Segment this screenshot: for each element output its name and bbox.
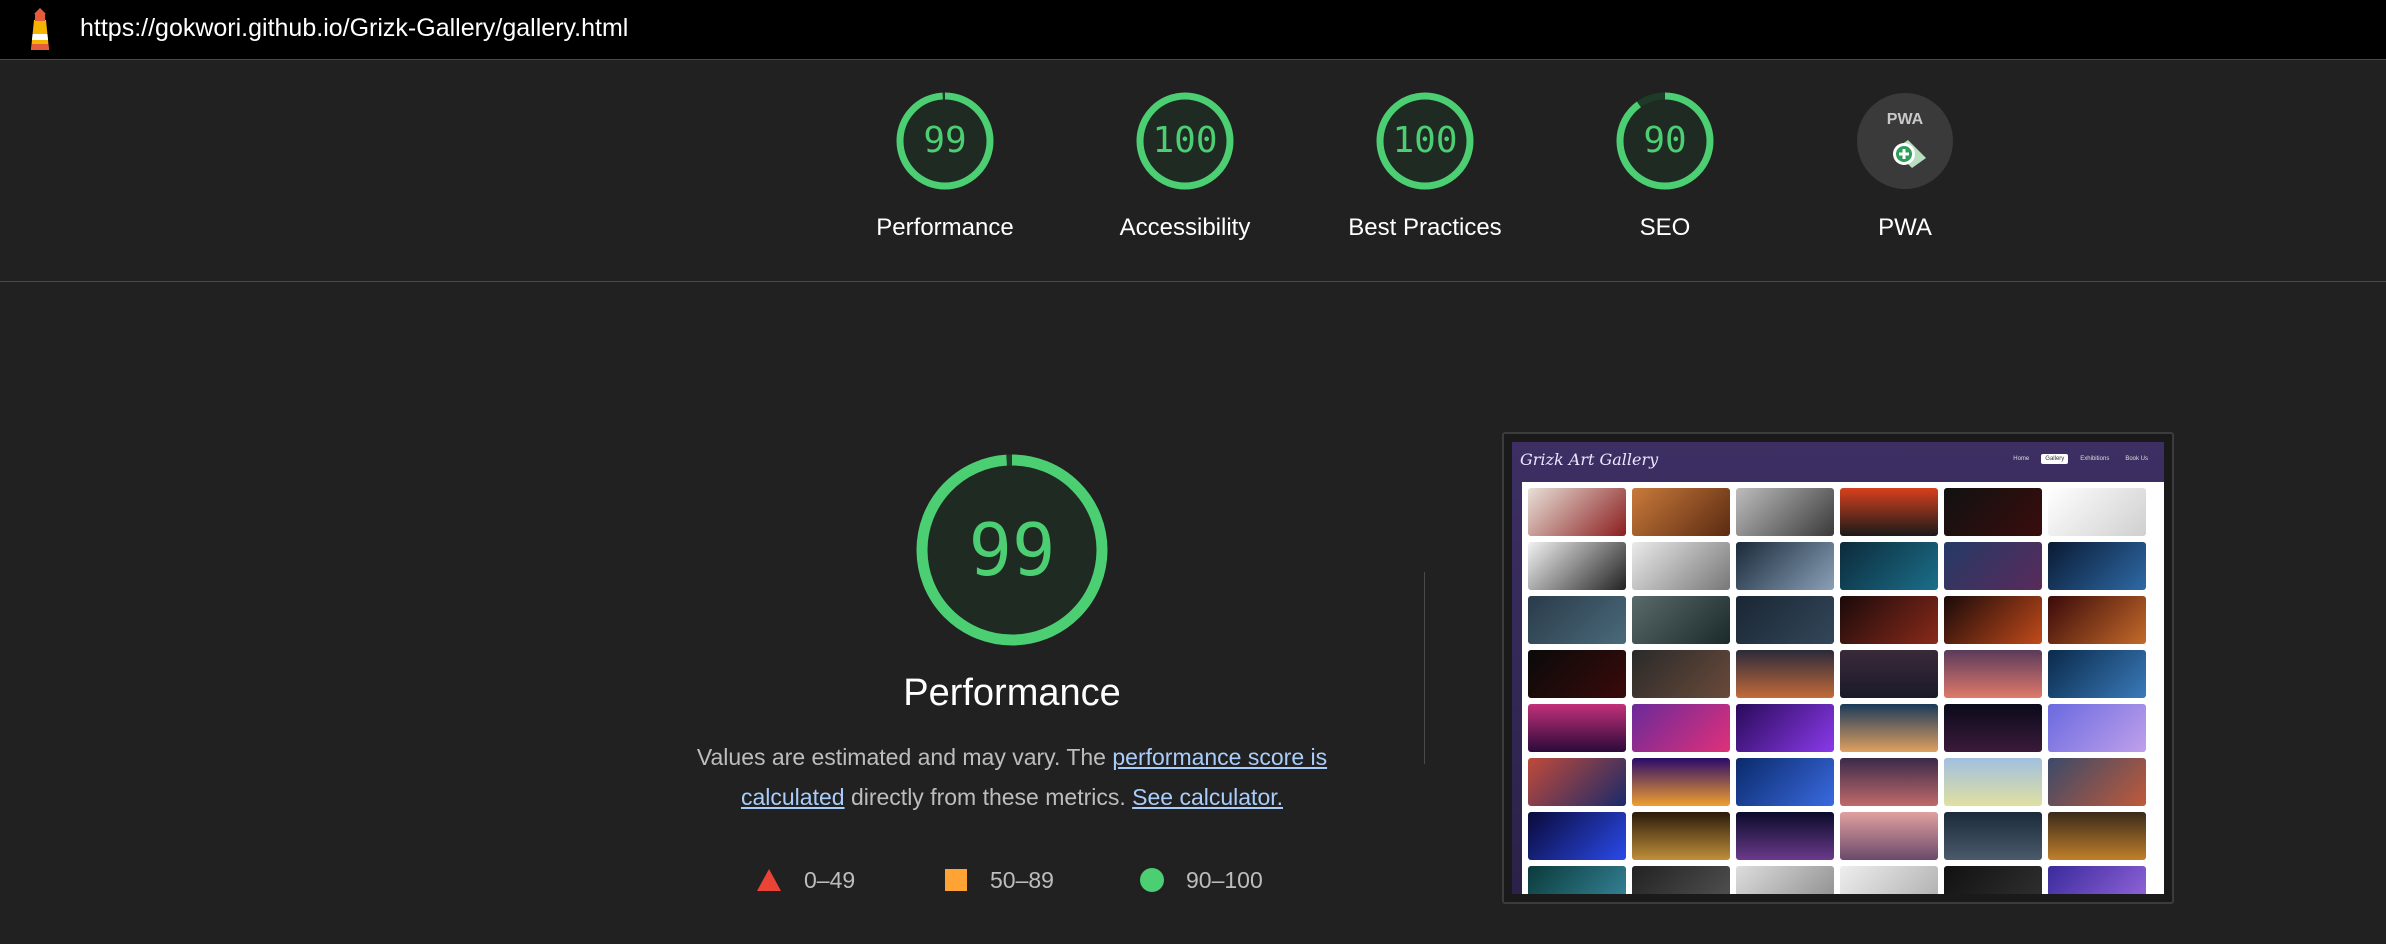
gallery-thumbnail xyxy=(1632,488,1730,536)
gallery-thumbnail xyxy=(1736,596,1834,644)
site-title: Grizk Art Gallery xyxy=(1520,450,1659,469)
gallery-thumbnail xyxy=(1736,704,1834,752)
performance-description: Values are estimated and may vary. The p… xyxy=(680,737,1344,817)
gauge-label: PWA xyxy=(1878,214,1932,241)
gauge-seo[interactable]: 90 SEO xyxy=(1545,92,1785,252)
gauge-label: Best Practices xyxy=(1348,214,1502,241)
gallery-thumbnail xyxy=(1840,650,1938,698)
gallery-thumbnail xyxy=(1736,866,1834,894)
legend-range: 50–89 xyxy=(990,866,1054,893)
see-calculator-link[interactable]: See calculator. xyxy=(1132,784,1283,810)
gauge-score: 90 xyxy=(1643,120,1687,161)
gallery-thumbnail xyxy=(1944,488,2042,536)
gallery-thumbnail xyxy=(2048,542,2146,590)
pwa-badge-text: PWA xyxy=(1887,111,1924,128)
gallery-thumbnail xyxy=(2048,866,2146,894)
gallery-thumbnail xyxy=(1528,488,1626,536)
gallery-thumbnail xyxy=(1632,758,1730,806)
gallery-thumbnail xyxy=(2048,596,2146,644)
gauge-label: Performance xyxy=(876,214,1014,241)
gallery-thumbnail xyxy=(1736,758,1834,806)
gauge-score: 99 xyxy=(923,120,967,161)
category-gauges: 99 Performance 100 Accessibility 100 Bes… xyxy=(0,61,2386,282)
circle-icon xyxy=(1140,868,1164,892)
gauge-best-practices[interactable]: 100 Best Practices xyxy=(1305,92,1545,252)
gallery-thumbnail xyxy=(1632,542,1730,590)
gallery-thumbnail xyxy=(1840,542,1938,590)
gallery-thumbnail xyxy=(1528,650,1626,698)
site-nav-exhibitions: Exhibitions xyxy=(2080,456,2110,462)
site-nav-book-us: Book Us xyxy=(2125,456,2148,462)
gallery-thumbnail xyxy=(1632,704,1730,752)
gallery-thumbnail xyxy=(2048,812,2146,860)
gauge-label: SEO xyxy=(1639,214,1691,241)
gallery-thumbnail xyxy=(1632,866,1730,894)
site-header: Grizk Art Gallery Home Gallery Exhibitio… xyxy=(1512,442,2164,480)
section-divider xyxy=(1424,572,1425,764)
gallery-thumbnail xyxy=(1736,488,1834,536)
gallery-thumbnail xyxy=(1528,866,1626,894)
gallery-thumbnail xyxy=(1736,812,1834,860)
gallery-thumbnail xyxy=(1840,758,1938,806)
gallery-thumbnail xyxy=(1632,812,1730,860)
triangle-icon xyxy=(757,869,781,891)
legend-pass: 90–100 xyxy=(1140,860,1263,900)
gallery-thumbnail xyxy=(1944,812,2042,860)
gauge-label: Accessibility xyxy=(1119,214,1251,241)
legend-fail: 0–49 xyxy=(756,860,855,900)
gallery-thumbnail xyxy=(1944,596,2042,644)
gallery-thumbnail xyxy=(2048,650,2146,698)
square-icon xyxy=(945,869,967,891)
gallery-thumbnail xyxy=(1944,866,2042,894)
top-bar: https://gokwori.github.io/Grizk-Gallery/… xyxy=(0,0,2386,60)
gallery-grid xyxy=(1522,482,2164,894)
gallery-thumbnail xyxy=(1840,488,1938,536)
gauge-pwa[interactable]: PWA PWA xyxy=(1785,92,2025,252)
site-nav-gallery: Gallery xyxy=(2041,454,2069,464)
desc-prefix: Values are estimated and may vary. The xyxy=(696,744,1113,770)
gallery-thumbnail xyxy=(1528,596,1626,644)
gauge-accessibility[interactable]: 100 Accessibility xyxy=(1065,92,1305,252)
desc-middle: directly from these metrics. xyxy=(844,784,1133,810)
gallery-thumbnail xyxy=(1736,542,1834,590)
gallery-thumbnail xyxy=(1944,758,2042,806)
performance-title: Performance xyxy=(903,672,1121,714)
gauge-performance[interactable]: 99 Performance xyxy=(825,92,1065,252)
legend-range: 0–49 xyxy=(804,866,856,893)
legend-average: 50–89 xyxy=(944,860,1054,900)
gallery-thumbnail xyxy=(1736,650,1834,698)
score-legend: 0–49 50–89 90–100 xyxy=(660,860,1364,900)
gallery-thumbnail xyxy=(1632,650,1730,698)
pwa-badge-icon: PWA xyxy=(1857,93,1953,189)
gallery-thumbnail xyxy=(2048,488,2146,536)
screenshot-content: Grizk Art Gallery Home Gallery Exhibitio… xyxy=(1512,442,2164,894)
site-nav: Home Gallery Exhibitions Book Us xyxy=(2009,454,2152,464)
gauge-score: 100 xyxy=(1392,120,1458,161)
final-screenshot[interactable]: Grizk Art Gallery Home Gallery Exhibitio… xyxy=(1502,432,2174,904)
gallery-thumbnail xyxy=(2048,758,2146,806)
gauge-score: 100 xyxy=(1152,120,1218,161)
performance-score: 99 xyxy=(968,508,1056,592)
gallery-thumbnail xyxy=(1632,596,1730,644)
gallery-thumbnail xyxy=(1944,542,2042,590)
performance-section: 99 Performance Values are estimated and … xyxy=(660,440,1360,920)
gallery-thumbnail xyxy=(1528,542,1626,590)
legend-range: 90–100 xyxy=(1186,866,1263,893)
gallery-thumbnail xyxy=(1840,812,1938,860)
gallery-thumbnail xyxy=(1528,758,1626,806)
gallery-thumbnail xyxy=(1528,812,1626,860)
gallery-thumbnail xyxy=(2048,704,2146,752)
page-url[interactable]: https://gokwori.github.io/Grizk-Gallery/… xyxy=(80,14,628,43)
gallery-thumbnail xyxy=(1840,704,1938,752)
gallery-thumbnail xyxy=(1528,704,1626,752)
gallery-thumbnail xyxy=(1840,866,1938,894)
site-nav-home: Home xyxy=(2013,456,2030,462)
gallery-thumbnail xyxy=(1944,650,2042,698)
lighthouse-icon xyxy=(31,8,49,50)
gallery-thumbnail xyxy=(1840,596,1938,644)
gallery-thumbnail xyxy=(1944,704,2042,752)
